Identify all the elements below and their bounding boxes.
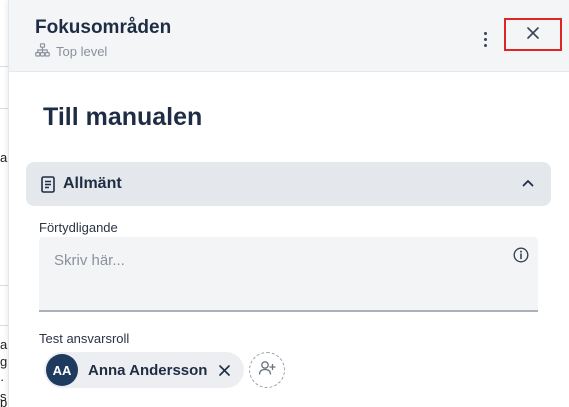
panel-title: Fokusområden (35, 17, 172, 38)
add-person-button[interactable] (249, 352, 285, 388)
background-text: g (0, 354, 8, 369)
chevron-up-icon[interactable] (521, 176, 535, 190)
background-text: p (0, 395, 8, 407)
clarification-placeholder: Skriv här... (54, 252, 125, 269)
clarification-field[interactable]: Skriv här... (39, 237, 538, 312)
assignee-chip[interactable]: AA Anna Andersson (44, 352, 244, 388)
add-person-icon (258, 360, 276, 381)
clarification-label: Förtydligande (39, 220, 118, 235)
background-text: a (0, 337, 8, 352)
avatar: AA (46, 354, 78, 386)
panel-subtitle-label: Top level (56, 44, 108, 59)
side-panel: Fokusområden Top level Till manualen All… (8, 0, 569, 407)
hierarchy-icon (35, 43, 50, 60)
panel-header: Fokusområden Top level (9, 0, 569, 72)
section-header-allmant[interactable]: Allmänt (26, 162, 551, 206)
responsibility-role-label: Test ansvarsroll (39, 331, 130, 346)
kebab-menu-icon[interactable] (477, 29, 493, 49)
remove-assignee-icon[interactable] (219, 364, 231, 376)
info-icon[interactable] (513, 247, 529, 263)
manual-heading: Till manualen (43, 103, 203, 131)
section-label: Allmänt (63, 175, 122, 192)
background-text: a (0, 150, 8, 165)
close-button[interactable] (504, 18, 562, 51)
close-icon (527, 26, 539, 44)
document-icon (41, 175, 55, 193)
panel-subtitle[interactable]: Top level (35, 43, 107, 60)
assignee-name: Anna Andersson (88, 361, 208, 379)
